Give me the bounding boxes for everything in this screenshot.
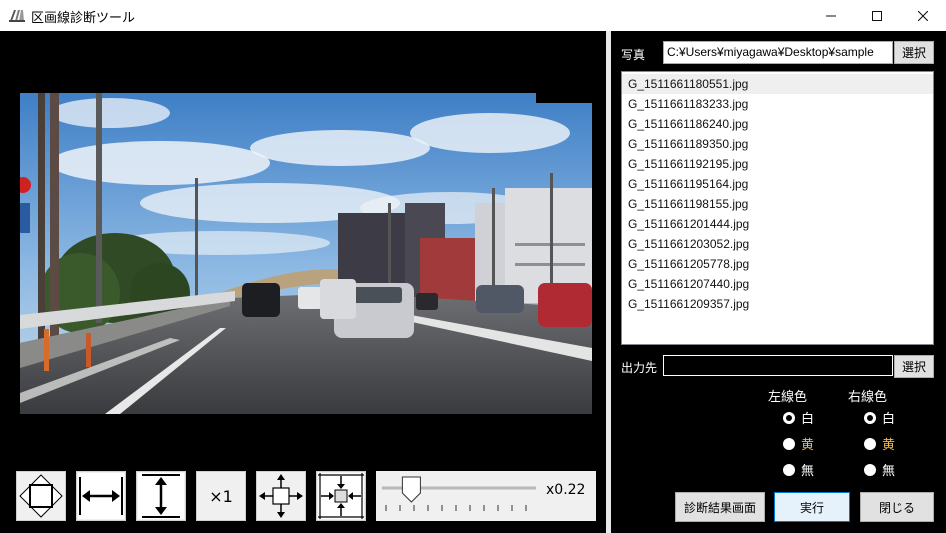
maximize-icon <box>872 10 882 21</box>
file-list-item[interactable]: G_1511661205778.jpg <box>622 254 933 274</box>
file-list-item[interactable]: G_1511661195164.jpg <box>622 174 933 194</box>
file-list-item[interactable]: G_1511661183233.jpg <box>622 94 933 114</box>
app-window: 区画線診断ツール ×1 x0.22 写真 C:¥Users¥miyagawa¥D… <box>0 0 946 533</box>
minimize-icon <box>826 15 836 16</box>
fit-width-icon <box>78 473 124 519</box>
output-browse-button[interactable]: 選択 <box>894 355 934 378</box>
radio-button[interactable] <box>783 463 795 476</box>
close-button[interactable]: 閉じる <box>860 492 934 522</box>
fit-window-icon <box>19 474 63 518</box>
radio-button[interactable] <box>783 437 795 450</box>
photo-folder-field[interactable]: C:¥Users¥miyagawa¥Desktop¥sample <box>663 41 893 64</box>
zoom-in-button[interactable] <box>256 471 306 521</box>
file-list-item[interactable]: G_1511661180551.jpg <box>622 74 933 94</box>
title-bar: 区画線診断ツール <box>0 0 946 31</box>
file-list-item[interactable]: G_1511661192195.jpg <box>622 154 933 174</box>
radio-label: 黄 <box>882 438 896 453</box>
file-list-item[interactable]: G_1511661186240.jpg <box>622 114 933 134</box>
zoom-1x-button[interactable]: ×1 <box>196 471 246 521</box>
output-label: 出力先 <box>621 361 658 375</box>
zoom-out-button[interactable] <box>316 471 366 521</box>
output-folder-field[interactable] <box>663 355 893 376</box>
zoom-value-label: x0.22 <box>546 482 586 498</box>
file-list-item[interactable]: G_1511661198155.jpg <box>622 194 933 214</box>
file-list-item[interactable]: G_1511661209357.jpg <box>622 294 933 314</box>
close-icon <box>918 10 928 21</box>
shrink-icon <box>318 473 364 519</box>
radio-button[interactable] <box>864 463 876 476</box>
photo-label: 写真 <box>621 48 646 62</box>
zoom-1x-label: ×1 <box>209 486 233 506</box>
file-list-item[interactable]: G_1511661207440.jpg <box>622 274 933 294</box>
file-list[interactable]: G_1511661180551.jpg G_1511661183233.jpg G_… <box>621 71 934 345</box>
radio-label: 無 <box>801 464 815 479</box>
radio-button[interactable] <box>864 411 876 424</box>
fit-width-button[interactable] <box>76 471 126 521</box>
right-line-option[interactable]: 無 <box>864 460 895 479</box>
left-line-color-heading: 左線色 <box>768 390 808 405</box>
radio-label: 白 <box>801 412 815 427</box>
radio-label: 黄 <box>801 438 815 453</box>
radio-label: 白 <box>882 412 896 427</box>
minimize-button[interactable] <box>808 0 854 31</box>
zoom-slider-panel: x0.22 <box>376 471 596 521</box>
slider-ticks <box>385 505 527 511</box>
left-line-option[interactable]: 白 <box>783 408 814 427</box>
slider-thumb[interactable] <box>401 476 421 503</box>
radio-button[interactable] <box>783 411 795 424</box>
image-panel: ×1 x0.22 <box>0 31 606 533</box>
left-line-option[interactable]: 黄 <box>783 434 814 453</box>
result-screen-button[interactable]: 診断結果画面 <box>675 492 765 522</box>
close-window-button[interactable] <box>900 0 946 31</box>
road-photo <box>20 93 592 414</box>
file-list-item[interactable]: G_1511661201444.jpg <box>622 214 933 234</box>
fit-height-icon <box>138 473 184 519</box>
fit-height-button[interactable] <box>136 471 186 521</box>
maximize-button[interactable] <box>854 0 900 31</box>
radio-button[interactable] <box>864 437 876 450</box>
right-line-option[interactable]: 黄 <box>864 434 895 453</box>
client-area: ×1 x0.22 写真 C:¥Users¥miyagawa¥Desktop¥sa… <box>0 31 946 533</box>
expand-icon <box>259 474 303 518</box>
left-line-option[interactable]: 無 <box>783 460 814 479</box>
control-panel: 写真 C:¥Users¥miyagawa¥Desktop¥sample 選択 G… <box>611 31 946 533</box>
radio-label: 無 <box>882 464 896 479</box>
right-line-option[interactable]: 白 <box>864 408 895 427</box>
file-list-item[interactable]: G_1511661189350.jpg <box>622 134 933 154</box>
fit-window-button[interactable] <box>16 471 66 521</box>
run-button[interactable]: 実行 <box>774 492 850 522</box>
app-logo-icon <box>9 10 25 22</box>
photo-browse-button[interactable]: 選択 <box>894 41 934 64</box>
right-line-color-heading: 右線色 <box>848 390 888 405</box>
file-list-item[interactable]: G_1511661203052.jpg <box>622 234 933 254</box>
zoom-slider[interactable] <box>376 471 541 521</box>
window-title: 区画線診断ツール <box>31 11 136 26</box>
